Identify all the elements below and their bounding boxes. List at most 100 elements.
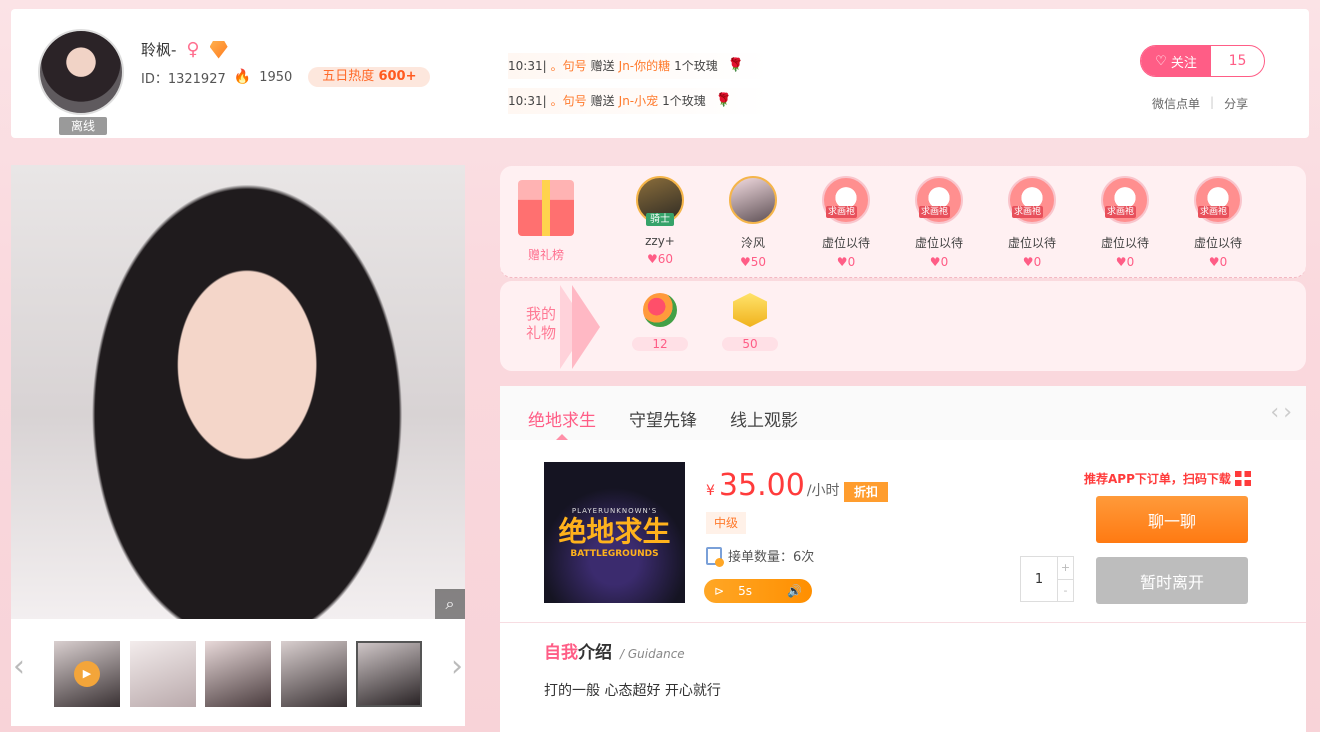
zoom-icon[interactable]: ⌕ [435,589,465,619]
share-links: 微信点单 | 分享 [1152,95,1248,112]
avatar: 骑士 [636,176,684,226]
quantity-input[interactable]: 1 [1021,557,1057,601]
fire-count: 1950 [259,69,293,85]
intro-subtitle-text: Guidance [627,647,685,661]
rank-name: 虚位以待 [1193,236,1242,250]
rank-score: ♥0 [992,255,1072,269]
score-value: 60 [657,252,674,266]
bear-placeholder-icon: 求画袍 [1101,176,1149,224]
decrement-button[interactable]: - [1058,580,1073,602]
order-doc-icon [706,546,724,567]
rank-name: 泠风 [740,236,765,250]
feed-to[interactable]: Jn-小宠 [619,88,658,114]
speaker-icon: 🔊 [787,584,802,598]
diamond-vip-icon [209,40,228,59]
rank-score: ♥0 [806,255,886,269]
stepper-buttons: + - [1057,557,1073,601]
voice-intro-player[interactable]: ⊳ 5s 🔊 [704,579,812,603]
username: 聆枫- [141,41,177,59]
photo-gallery: ⌕ ‹ ▶ › [11,165,465,726]
thumbnail[interactable] [130,641,196,707]
thumbnail-active[interactable] [356,641,422,707]
intro-subtitle: / Guidance [620,647,685,661]
rank-item-empty[interactable]: 求画袍 虚位以待 ♥0 [1178,176,1258,269]
my-gift-item[interactable]: 50 [722,293,778,351]
my-gift-item[interactable]: 12 [632,293,688,351]
divider: | [1210,95,1215,109]
increment-button[interactable]: + [1058,557,1073,580]
gift-rank-panel: 赠礼榜 骑士 zzy+ ♥60 泠风 ♥50 求画袍 虚位以待 ♥0 求画袍 虚… [500,166,1306,278]
rank-item[interactable]: 泠风 ♥50 [713,176,793,269]
gift-rank-label: 赠礼榜 [527,248,564,262]
my-gifts-panel: 我的礼物 12 50 [500,281,1306,371]
placeholder-tag: 求画袍 [1012,206,1044,218]
heart-outline-icon: ♡ [1155,53,1167,69]
heart-icon: ♥ [1208,255,1220,269]
currency-symbol: ¥ [706,483,715,499]
gift-count: 12 [632,337,688,351]
rank-item-empty[interactable]: 求画袍 虚位以待 ♥0 [806,176,886,269]
price-unit: /小时 [806,483,840,499]
rank-item-empty[interactable]: 求画袍 虚位以待 ♥0 [899,176,979,269]
rank-name: 虚位以待 [914,236,963,250]
heat-badge: 五日热度 600+ [308,67,431,87]
status-badge: 离线 [59,117,107,135]
away-button[interactable]: 暂时离开 [1096,557,1248,604]
rank-score: ♥60 [620,252,700,266]
tab-pubg[interactable]: 绝地求生 [528,406,596,431]
cover-small-text: PLAYERUNKNOWN'S [571,506,658,515]
feed-item: 10:31| 。句号 赠送 Jn-你的糖 1个玫瑰 🌹 [508,53,770,79]
profile-header: 离线 聆枫- ♀ ID：1321927 🔥 1950 五日热度 600+ 10:… [11,9,1309,138]
rank-item-empty[interactable]: 求画袍 虚位以待 ♥0 [1085,176,1165,269]
level-badge: 中级 [706,512,747,534]
chevron-right-icon[interactable]: › [451,649,463,684]
tab-watch-movie[interactable]: 线上观影 [730,406,798,431]
play-icon[interactable]: ▶ [74,661,100,687]
tab-nav-arrows[interactable]: ‹› [1270,400,1296,425]
main-photo[interactable]: ⌕ [11,165,465,619]
feed-gift: 1个玫瑰 [674,59,718,73]
thumbnail[interactable] [281,641,347,707]
thumbnail-video[interactable]: ▶ [54,641,120,707]
bear-placeholder-icon: 求画袍 [1194,176,1242,224]
rank-item[interactable]: 骑士 zzy+ ♥60 [620,176,700,266]
chat-button[interactable]: 聊一聊 [1096,496,1248,543]
avatar[interactable] [38,29,124,115]
intro-heading: 自我介绍 [544,638,612,663]
heart-icon: ♥ [646,252,658,266]
tab-overwatch[interactable]: 守望先锋 [629,406,697,431]
intro-heading-a: 自我 [544,643,578,663]
rose-icon: 🌹 [727,58,744,73]
gift-feed: 10:31| 。句号 赠送 Jn-你的糖 1个玫瑰 🌹 10:31| 。句号 赠… [508,53,770,123]
username-row: 聆枫- ♀ [141,39,228,60]
slash: / [620,647,625,661]
score-value: 0 [940,255,949,269]
follow-button[interactable]: ♡ 关注 15 [1140,45,1265,77]
game-tabs: 绝地求生 守望先锋 线上观影 ‹› [500,386,1306,440]
feed-action: 赠送 [590,59,615,73]
feed-from[interactable]: 。句号 [551,53,587,79]
gift-count: 50 [722,337,778,351]
heart-icon: ♥ [1115,255,1127,269]
app-download-tip[interactable]: 推荐APP下订单，扫码下载 [1084,470,1251,487]
feed-from[interactable]: 。句号 [551,88,587,114]
thumbnail[interactable] [205,641,271,707]
thumbnail-strip: ‹ ▶ › [11,619,465,726]
rank-item-empty[interactable]: 求画袍 虚位以待 ♥0 [992,176,1072,269]
score-value: 0 [1219,255,1228,269]
wechat-order-link[interactable]: 微信点单 [1152,95,1200,112]
follow-action[interactable]: ♡ 关注 [1141,46,1211,76]
bear-placeholder-icon: 求画袍 [1008,176,1056,224]
game-service-panel: 绝地求生 守望先锋 线上观影 ‹› PLAYERUNKNOWN'S 绝地求生 B… [500,386,1306,732]
qr-code-icon[interactable] [1234,470,1251,487]
app-tip-text: 推荐APP下订单，扫码下载 [1084,472,1231,486]
feed-to[interactable]: Jn-你的糖 [619,53,670,79]
medal-icon [733,293,767,327]
follow-label: 关注 [1170,55,1197,71]
chevron-left-icon[interactable]: ‹ [13,649,25,684]
intro-heading-b: 介绍 [578,643,612,663]
price: ¥ 35.00 /小时 [706,468,840,503]
share-link[interactable]: 分享 [1224,95,1248,112]
feed-time: 10:31| [508,94,547,108]
order-count-text: 接单数量：6次 [728,550,815,565]
